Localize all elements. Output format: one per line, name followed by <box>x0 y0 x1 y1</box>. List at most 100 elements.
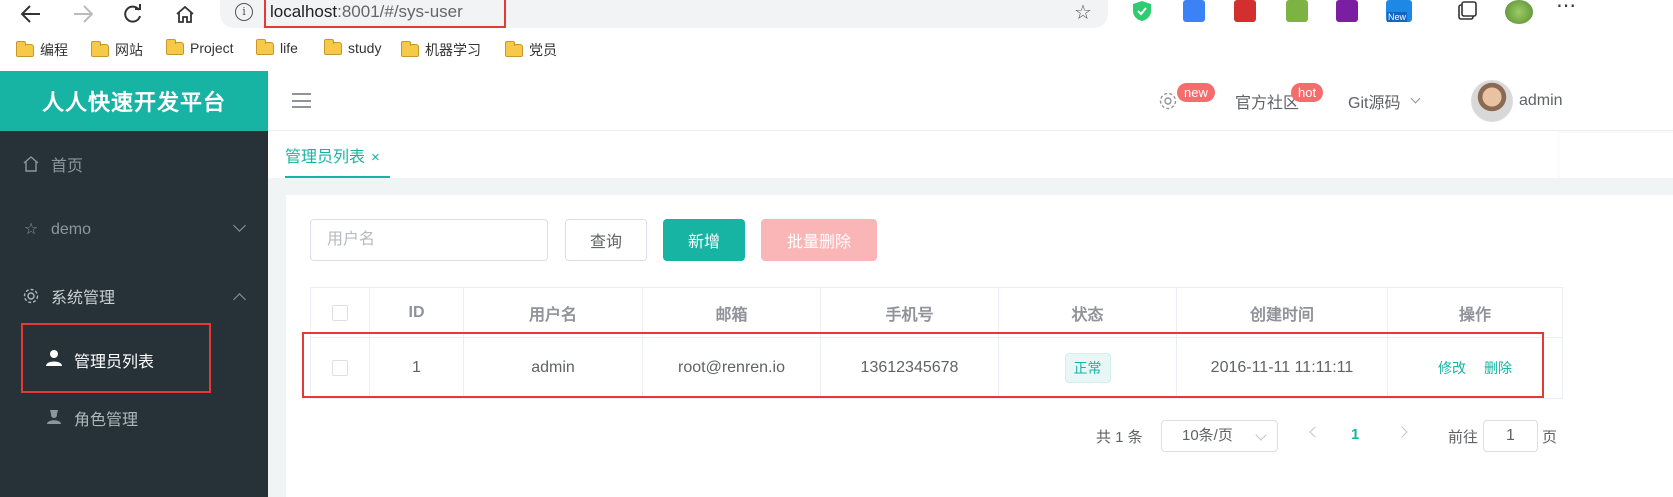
community-link[interactable]: 官方社区 <box>1235 71 1299 131</box>
sidebar-item-role[interactable]: 角色管理 <box>0 387 268 445</box>
edit-link[interactable]: 修改 <box>1438 358 1466 378</box>
query-button[interactable]: 查询 <box>565 219 647 261</box>
chevron-down-icon <box>1255 429 1267 441</box>
profile-avatar-icon[interactable] <box>1505 0 1533 24</box>
bookmark-folder[interactable]: study <box>324 38 382 56</box>
status-badge: 正常 <box>1064 353 1111 383</box>
chevron-up-icon <box>233 293 246 306</box>
folder-icon <box>91 40 109 57</box>
home-nav-icon[interactable] <box>170 0 200 28</box>
shield-extension-icon[interactable] <box>1131 0 1153 22</box>
more-menu-icon[interactable]: ⋯ <box>1556 0 1576 16</box>
hot-badge: hot <box>1291 83 1324 102</box>
page-size-value: 10条/页 <box>1182 427 1233 444</box>
back-icon[interactable] <box>16 0 46 28</box>
bookmark-label: 党员 <box>529 42 557 58</box>
row-checkbox[interactable] <box>332 360 348 376</box>
tab-bar: 管理员列表 × <box>268 131 1558 178</box>
site-info-icon[interactable]: i <box>235 3 253 21</box>
bookmark-label: Project <box>190 40 234 56</box>
user-menu[interactable]: admin <box>1519 71 1563 131</box>
forward-icon[interactable] <box>68 0 98 28</box>
sidebar-item-demo[interactable]: ☆ demo <box>0 197 268 263</box>
batch-delete-button[interactable]: 批量删除 <box>761 219 877 261</box>
bookmark-star-icon[interactable]: ☆ <box>1074 0 1092 25</box>
gear-icon <box>1159 92 1177 110</box>
column-header[interactable]: 操作 <box>1388 288 1563 338</box>
goto-page-input[interactable]: 1 <box>1483 420 1538 452</box>
folder-icon <box>324 38 342 55</box>
bookmarks-bar: 编程 网站 Project life study 机器学习 党员 <box>0 36 1673 62</box>
goto-suffix: 页 <box>1542 428 1558 446</box>
current-page-number[interactable]: 1 <box>1351 426 1359 443</box>
select-all-checkbox[interactable] <box>332 304 348 321</box>
bookmark-label: study <box>348 40 382 56</box>
column-header[interactable]: 邮箱 <box>643 288 821 338</box>
table-cell-username: admin <box>464 338 643 399</box>
table-cell-id: 1 <box>370 338 464 399</box>
column-header[interactable]: 用户名 <box>464 288 643 338</box>
sidebar-item-home[interactable]: 首页 <box>0 131 268 197</box>
table-cell-email: root@renren.io <box>643 338 821 399</box>
sidebar-item-admin-list[interactable]: 管理员列表 <box>0 329 268 387</box>
bookmark-label: life <box>280 40 298 56</box>
bookmark-folder[interactable]: 编程 <box>16 40 68 60</box>
bookmark-folder[interactable]: 网站 <box>91 40 143 60</box>
close-icon[interactable]: × <box>371 149 380 166</box>
user-name: admin <box>1519 92 1563 109</box>
git-dropdown[interactable]: Git源码 <box>1348 71 1421 131</box>
reload-icon[interactable] <box>118 0 148 28</box>
gear-icon <box>22 287 40 305</box>
add-button[interactable]: 新增 <box>663 219 745 261</box>
print-extension-icon[interactable] <box>1286 0 1308 22</box>
username-search-input[interactable] <box>310 219 548 261</box>
delete-link[interactable]: 删除 <box>1484 358 1512 378</box>
bookmark-label: 网站 <box>115 42 143 58</box>
folder-icon <box>505 40 523 57</box>
tab-label: 管理员列表 <box>285 149 366 166</box>
onenote-extension-icon[interactable] <box>1336 0 1358 22</box>
column-header[interactable]: ID <box>370 288 464 338</box>
translate-extension-icon[interactable] <box>1183 0 1205 22</box>
chevron-down-icon <box>233 219 246 232</box>
sidebar: 人人快速开发平台 首页 ☆ demo 系统管理 管理员列表 角色管理 <box>0 71 268 497</box>
row-select-cell <box>311 338 370 399</box>
new-extension-label: New <box>1387 12 1408 22</box>
folder-icon <box>256 38 274 55</box>
table-cell-created: 2016-11-11 11:11:11 <box>1177 338 1388 399</box>
sidebar-item-system[interactable]: 系统管理 <box>0 263 268 329</box>
menu-toggle-icon[interactable] <box>292 93 311 108</box>
bookmark-folder[interactable]: life <box>256 38 298 56</box>
git-label: Git源码 <box>1348 95 1401 112</box>
select-all-cell <box>311 288 370 338</box>
bookmark-folder[interactable]: 党员 <box>505 40 557 60</box>
page-size-select[interactable]: 10条/页 <box>1161 420 1278 452</box>
column-header[interactable]: 手机号 <box>821 288 999 338</box>
dots-extension-icon[interactable] <box>1234 0 1256 22</box>
brand-title[interactable]: 人人快速开发平台 <box>0 71 268 131</box>
new-extension-icon[interactable]: New <box>1386 0 1412 22</box>
table-cell-actions: 修改 删除 <box>1388 338 1563 399</box>
folder-icon <box>16 40 34 57</box>
browser-toolbar: i localhost:8001/#/sys-user ☆ New ⋯ <box>0 0 1673 34</box>
tab-admin-list[interactable]: 管理员列表 × <box>285 131 390 178</box>
settings-nav[interactable] <box>1158 71 1178 131</box>
home-icon <box>22 155 40 173</box>
avatar[interactable] <box>1471 80 1513 122</box>
role-icon <box>45 407 63 425</box>
chevron-down-icon <box>1411 93 1421 104</box>
community-label: 官方社区 <box>1235 95 1300 112</box>
star-icon: ☆ <box>23 221 39 238</box>
column-header[interactable]: 状态 <box>999 288 1177 338</box>
address-bar[interactable]: i localhost:8001/#/sys-user <box>220 0 1108 28</box>
sidebar-item-label: demo <box>51 221 92 238</box>
sidebar-item-label: 角色管理 <box>74 412 139 429</box>
bookmark-folder[interactable]: Project <box>166 38 234 56</box>
bookmark-folder[interactable]: 机器学习 <box>401 40 481 60</box>
column-header[interactable]: 创建时间 <box>1177 288 1388 338</box>
collections-icon[interactable] <box>1456 0 1478 22</box>
app-header: new 官方社区 hot Git源码 admin <box>268 71 1673 131</box>
user-icon <box>45 349 63 367</box>
sidebar-item-label: 系统管理 <box>51 290 116 307</box>
table-cell-status: 正常 <box>999 338 1177 399</box>
